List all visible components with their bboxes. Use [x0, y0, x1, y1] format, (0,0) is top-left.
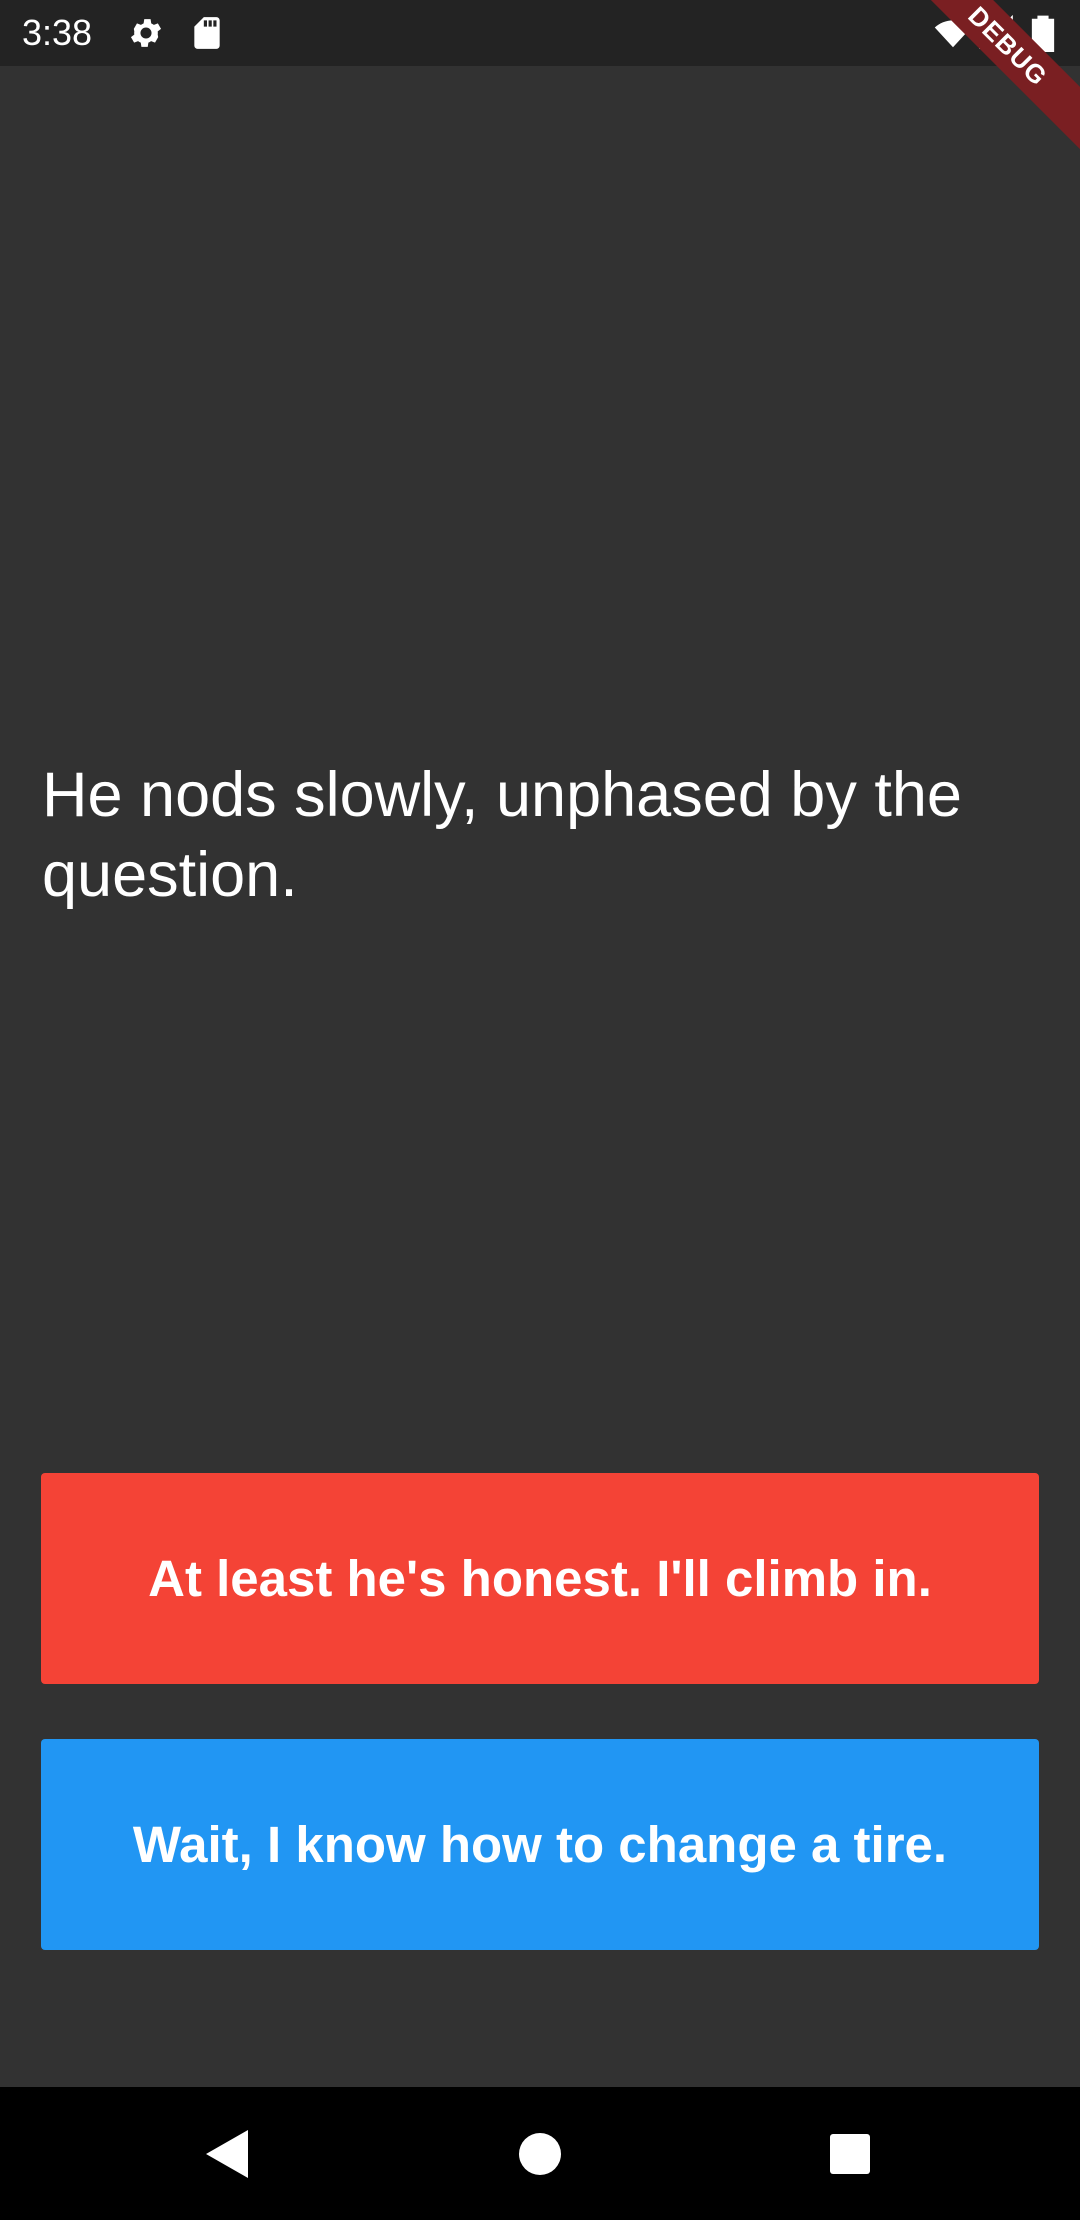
choice-button-climb-in[interactable]: At least he's honest. I'll climb in. — [41, 1473, 1039, 1684]
choice-button-change-tire[interactable]: Wait, I know how to change a tire. — [41, 1739, 1039, 1950]
navigation-bar — [0, 2087, 1080, 2220]
recents-icon[interactable] — [815, 2119, 885, 2189]
app-screen: 3:38 DEBUG He nods slowly, unphased by t… — [0, 0, 1080, 2220]
sd-card-icon — [188, 14, 226, 52]
gear-icon — [127, 14, 165, 52]
home-icon[interactable] — [505, 2119, 575, 2189]
status-bar: 3:38 — [0, 0, 1080, 66]
status-time: 3:38 — [22, 12, 93, 53]
story-text: He nods slowly, unphased by the question… — [42, 760, 962, 910]
back-icon[interactable] — [191, 2119, 261, 2189]
